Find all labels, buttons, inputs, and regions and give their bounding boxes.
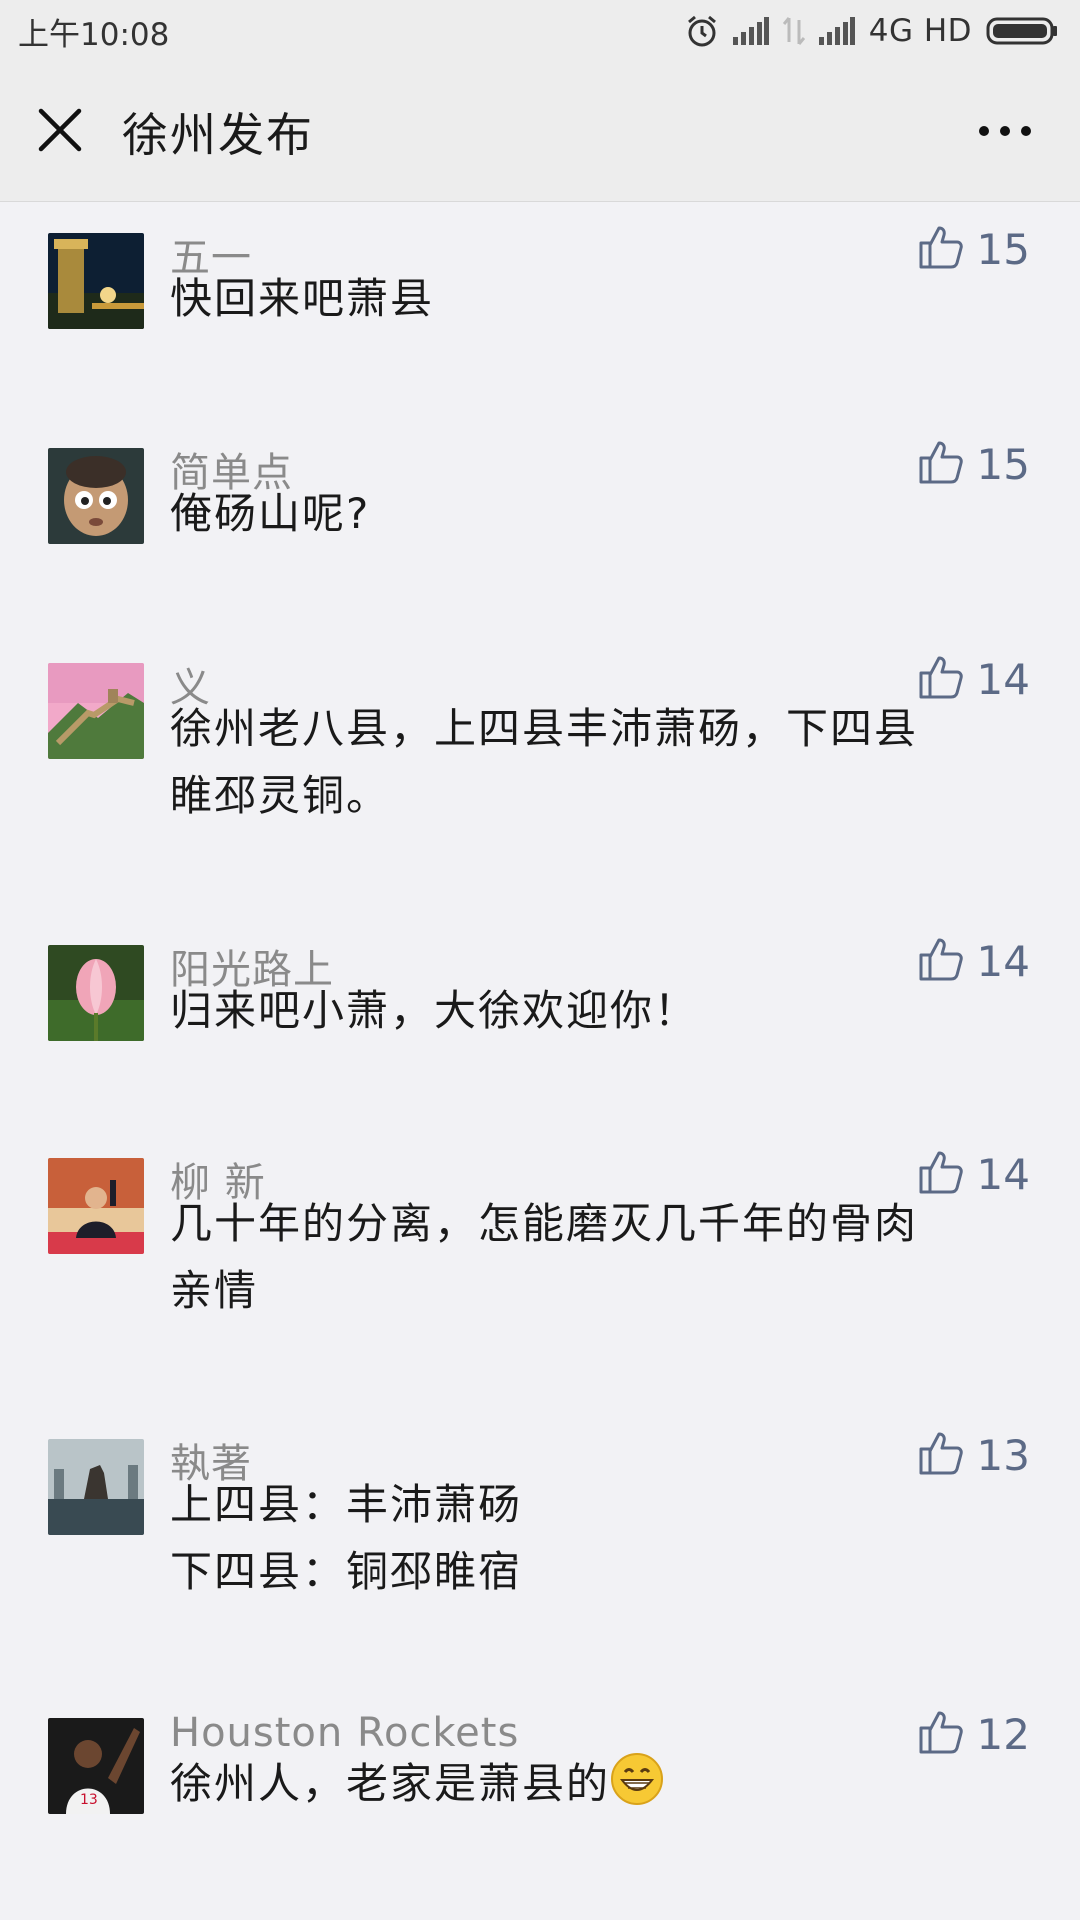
like-count: 12 [976,1709,1030,1759]
like-count: 13 [976,1430,1030,1480]
signal-icon-2 [818,17,855,45]
comment-text: 徐州老八县，上四县丰沛萧砀，下四县 睢邳灵铜。 [170,695,1010,829]
thumbs-up-icon [917,223,965,275]
avatar[interactable]: 13 [48,1718,144,1814]
like-button[interactable]: 15 [917,223,1030,275]
status-time: 上午10:08 [18,16,170,53]
like-button[interactable]: 14 [917,653,1030,705]
thumbs-up-icon [917,1148,965,1200]
comment-text-line: 下四县：铜邳睢宿 [170,1547,523,1596]
comment-text-line: 上四县：丰沛萧砀 [170,1480,523,1529]
more-options-button[interactable] [970,102,1040,162]
network-label: 4G HD [868,13,972,49]
like-button[interactable]: 14 [917,935,1030,987]
page-title: 徐州发布 [122,107,314,162]
like-count: 15 [976,439,1030,489]
comment-text: 快回来吧萧县 [170,274,435,323]
comment-text-line: 几十年的分离，怎能磨灭几千年的骨肉 [170,1199,919,1248]
signal-icon [732,17,769,45]
header-bar: 徐州发布 [0,62,1080,202]
close-button[interactable] [0,62,120,202]
like-button[interactable]: 13 [917,1429,1030,1481]
avatar[interactable] [48,1439,144,1535]
avatar[interactable] [48,1158,144,1254]
avatar[interactable] [48,448,144,544]
battery-icon [986,16,1058,46]
thumbs-up-icon [917,653,965,705]
like-button[interactable]: 15 [917,438,1030,490]
comment-text: 上四县：丰沛萧砀 下四县：铜邳睢宿 [170,1471,1010,1605]
avatar[interactable] [48,233,144,329]
avatar[interactable] [48,945,144,1041]
grin-emoji-icon [610,1752,664,1825]
like-count: 14 [976,654,1030,704]
like-count: 14 [976,1149,1030,1199]
comment-text-line: 睢邳灵铜。 [170,771,391,820]
comment-text: 俺砀山呢? [170,489,371,538]
thumbs-up-icon [917,935,965,987]
data-transfer-icon [782,16,805,46]
avatar[interactable] [48,663,144,759]
like-button[interactable]: 14 [917,1148,1030,1200]
thumbs-up-icon [917,1429,965,1481]
more-icon [977,123,1033,142]
comment-text: 徐州人，老家是萧县的 [170,1750,1010,1825]
comment-text-line: 徐州老八县，上四县丰沛萧砀，下四县 [170,704,919,753]
comment-text: 几十年的分离，怎能磨灭几千年的骨肉 亲情 [170,1190,1010,1324]
like-count: 14 [976,936,1030,986]
svg-text:13: 13 [80,1792,98,1808]
comment-text-line: 亲情 [170,1266,259,1315]
like-count: 15 [976,224,1030,274]
close-icon [37,107,83,157]
comment-text: 归来吧小萧，大徐欢迎你！ [170,986,699,1035]
status-icons: 4G HD [685,13,1058,49]
comment-text-content: 徐州人，老家是萧县的 [170,1759,611,1808]
thumbs-up-icon [917,438,965,490]
alarm-icon [685,14,719,48]
status-bar: 上午10:08 4G HD [0,0,1080,62]
like-button[interactable]: 12 [917,1708,1030,1760]
thumbs-up-icon [917,1708,965,1760]
